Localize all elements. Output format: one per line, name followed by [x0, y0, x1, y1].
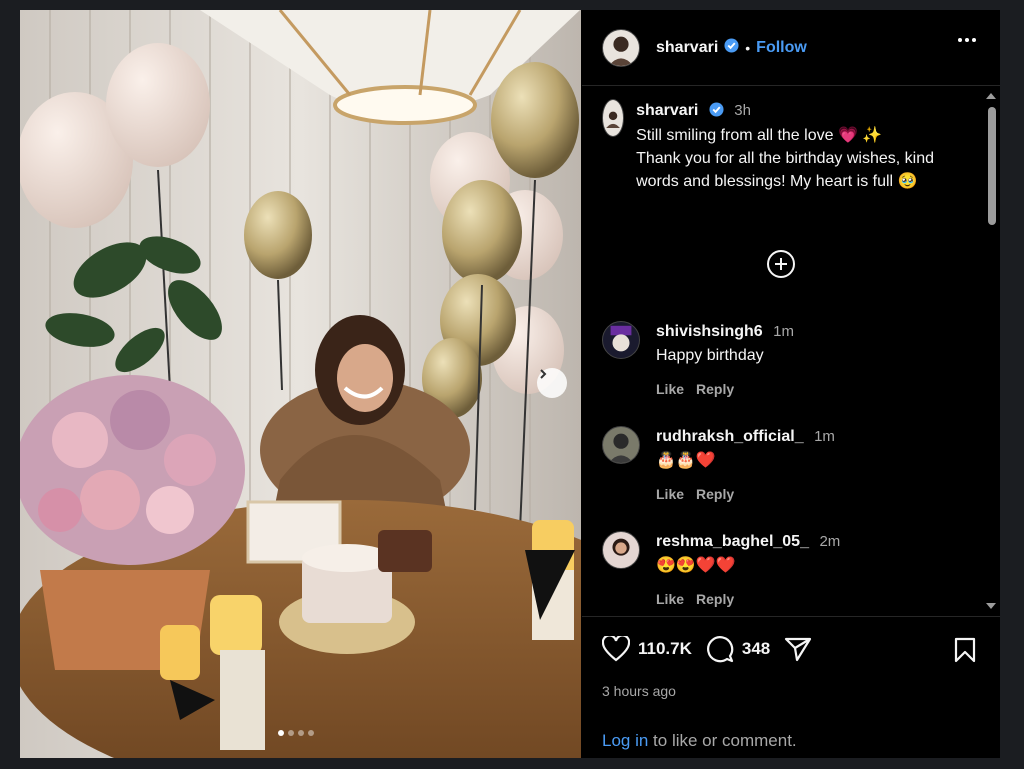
load-more-icon[interactable] [766, 249, 796, 279]
comment-text: Happy birthday [656, 347, 764, 364]
birthday-photo-illustration [20, 10, 581, 758]
post-photo[interactable] [20, 10, 581, 758]
comment-item: rudhraksh_official_ 1m 🎂🎂❤️ Like Reply [602, 426, 962, 502]
scroll-up-icon[interactable] [986, 93, 996, 99]
login-prompt-text: to like or comment. [648, 731, 797, 750]
verified-badge-icon [709, 101, 724, 124]
comment-time: 2m [819, 533, 841, 550]
post-author-username[interactable]: sharvari [656, 39, 718, 57]
reply-comment-button[interactable]: Reply [696, 381, 734, 397]
like-comment-button[interactable]: Like [656, 591, 684, 607]
engagement-stats: 110.7K 348 [602, 635, 812, 663]
likes-count: 110.7K [638, 639, 692, 658]
caption-username[interactable]: sharvari [636, 102, 698, 119]
login-prompt: Log in to like or comment. [602, 731, 797, 751]
comment-time: 1m [814, 428, 835, 445]
carousel-indicator [278, 730, 314, 736]
scroll-down-icon[interactable] [986, 603, 996, 609]
comment-icon[interactable] [706, 635, 734, 663]
carousel-dot [288, 730, 294, 736]
avatar[interactable] [602, 426, 640, 464]
avatar-icon [608, 36, 634, 66]
comment-text: 🎂🎂❤️ [656, 452, 716, 469]
login-link[interactable]: Log in [602, 731, 648, 750]
separator-dot: • [745, 39, 751, 56]
comments-scroll-area[interactable]: sharvari 3h Still smiling from all the l… [582, 87, 1000, 615]
share-icon[interactable] [784, 636, 812, 662]
avatar-icon [606, 111, 620, 129]
heart-icon[interactable] [602, 636, 630, 662]
avatar[interactable] [602, 28, 640, 67]
avatar-icon [612, 538, 630, 556]
avatar[interactable] [602, 531, 640, 569]
caption-text: Still smiling from all the love 💗 ✨ Than… [636, 127, 935, 190]
next-slide-button[interactable] [537, 368, 567, 398]
avatar-icon [610, 325, 632, 352]
comment-username[interactable]: rudhraksh_official_ [656, 428, 804, 445]
chevron-right-icon [540, 369, 547, 379]
comment-username[interactable]: reshma_baghel_05_ [656, 533, 809, 550]
post-header: sharvari • Follow [582, 10, 1000, 86]
scrollbar-thumb[interactable] [988, 107, 996, 225]
reply-comment-button[interactable]: Reply [696, 591, 734, 607]
comment-username[interactable]: shivishsingh6 [656, 323, 763, 340]
like-comment-button[interactable]: Like [656, 486, 684, 502]
carousel-dot [298, 730, 304, 736]
bookmark-icon[interactable] [954, 637, 976, 668]
carousel-dot [278, 730, 284, 736]
comment-item: reshma_baghel_05_ 2m 😍😍❤️❤️ Like Reply [602, 531, 962, 607]
comments-scrollbar[interactable] [984, 87, 998, 615]
reply-comment-button[interactable]: Reply [696, 486, 734, 502]
post-actions-footer: 110.7K 348 3 hours ago Log in to like or… [582, 616, 1000, 758]
more-options-icon[interactable] [958, 38, 976, 42]
comment-time: 1m [773, 323, 794, 340]
follow-button[interactable]: Follow [756, 39, 807, 57]
post-timestamp: 3 hours ago [602, 683, 676, 699]
avatar-icon [608, 433, 634, 463]
verified-badge-icon [724, 37, 739, 58]
caption-time: 3h [734, 102, 751, 119]
like-comment-button[interactable]: Like [656, 381, 684, 397]
post-caption: sharvari 3h Still smiling from all the l… [602, 99, 962, 193]
carousel-dot [308, 730, 314, 736]
post-side-panel: sharvari • Follow sharvari 3h Still smil… [582, 10, 1000, 758]
comments-count: 348 [741, 639, 771, 658]
comment-item: shivishsingh6 1m Happy birthday Like Repl… [602, 321, 962, 397]
avatar[interactable] [602, 99, 625, 137]
comment-text: 😍😍❤️❤️ [656, 557, 736, 574]
avatar[interactable] [602, 321, 640, 359]
post-modal: sharvari • Follow sharvari 3h Still smil… [20, 10, 1000, 758]
